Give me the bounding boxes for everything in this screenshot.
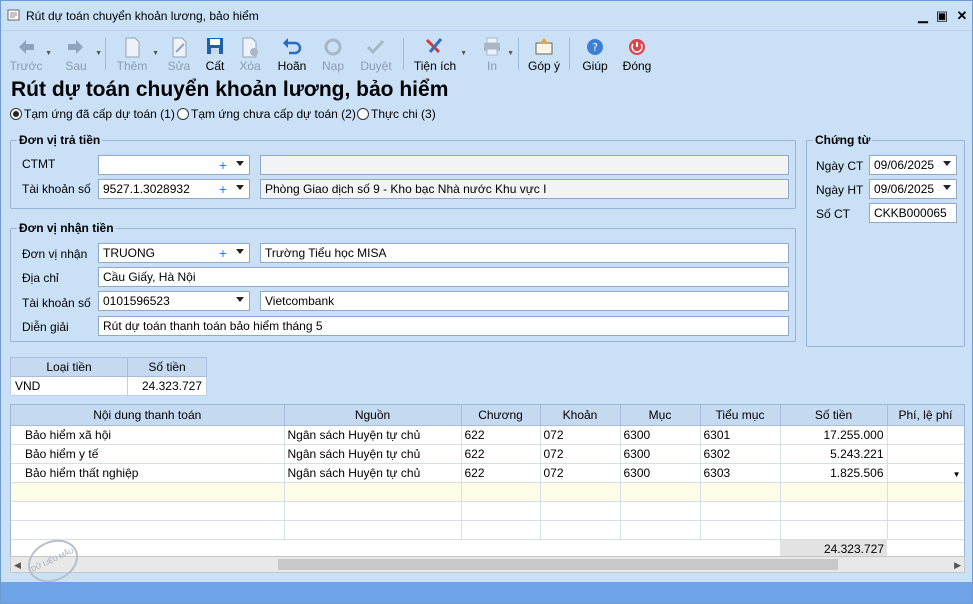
maximize-button[interactable]: ▣ <box>931 7 953 25</box>
delete-document-icon <box>242 37 258 58</box>
table-row[interactable]: VND 24.323.727 <box>9 376 207 396</box>
description-label: Diễn giải <box>22 320 69 334</box>
arrow-left-icon <box>19 40 34 54</box>
plus-icon[interactable]: + <box>219 157 227 173</box>
payer-account-description: Phòng Giao dịch số 9 - Kho bạc Nhà nước … <box>260 179 789 199</box>
help-icon: ? <box>587 39 603 55</box>
payee-account-combo[interactable]: 0101596523 <box>98 291 250 311</box>
col-item[interactable]: Mục <box>620 405 701 426</box>
payment-detail-grid: Nội dung thanh toán Nguồn Chương Khoản M… <box>10 404 965 573</box>
feedback-button[interactable]: Góp ý <box>526 32 562 74</box>
currency-type-header: Loại tiền <box>9 357 129 377</box>
delete-button[interactable]: Xóa <box>235 32 265 74</box>
plus-icon[interactable]: + <box>219 245 227 261</box>
ctmt-combo[interactable]: + <box>98 155 250 175</box>
col-amount[interactable]: Số tiền <box>780 405 888 426</box>
chevron-down-icon[interactable] <box>236 161 244 166</box>
radio-actual-spending[interactable]: Thực chi (3) <box>357 107 436 121</box>
table-row[interactable]: Bảo hiểm thất nghiệp Ngân sách Huyện tự … <box>11 463 964 483</box>
floppy-disk-icon <box>207 38 223 54</box>
col-fee[interactable]: Phí, lệ phí <box>887 405 964 426</box>
next-button[interactable]: Sau ▼ <box>59 32 102 74</box>
col-source[interactable]: Nguồn <box>284 405 462 426</box>
chevron-down-icon[interactable] <box>943 185 951 190</box>
fee-dropdown[interactable]: ▼ <box>887 463 964 483</box>
posting-date-label: Ngày HT <box>816 183 864 197</box>
help-button[interactable]: ? Giúp <box>579 32 611 74</box>
address-label: Địa chỉ <box>22 271 59 285</box>
edit-icon <box>172 37 187 58</box>
description-field[interactable]: Rút dự toán thanh toán bảo hiểm tháng 5 <box>98 316 789 336</box>
status-bar <box>1 582 972 603</box>
payee-account-label: Tài khoản số <box>22 296 91 310</box>
new-document-icon <box>125 37 140 58</box>
feedback-box-icon <box>535 38 553 55</box>
table-row[interactable]: Bảo hiểm xã hội Ngân sách Huyện tự chủ 6… <box>11 425 964 445</box>
voucher-number-label: Số CT <box>816 207 851 221</box>
radio-advance-allocated[interactable]: Tạm ứng đã cấp dự toán (1) <box>10 107 175 121</box>
voucher-date-picker[interactable]: 09/06/2025 <box>869 155 957 175</box>
horizontal-scrollbar[interactable]: ◀ ▶ <box>10 556 965 573</box>
close-button[interactable]: Đóng <box>619 32 655 74</box>
printer-icon <box>484 37 500 56</box>
scroll-right-icon[interactable]: ▶ <box>954 560 961 571</box>
voucher-number-field[interactable]: CKKB000065 <box>869 203 957 223</box>
col-content[interactable]: Nội dung thanh toán <box>11 405 285 426</box>
payer-account-combo[interactable]: 9527.1.3028932 + <box>98 179 250 199</box>
undo-icon <box>283 38 302 55</box>
toolbar: Trước ▼ Sau ▼ Thêm ▼ Sửa Cất Xóa Hoãn Nạ… <box>1 32 972 76</box>
ctmt-description <box>260 155 789 175</box>
radio-advance-unallocated[interactable]: Tạm ứng chưa cấp dự toán (2) <box>177 107 356 121</box>
posting-date-picker[interactable]: 09/06/2025 <box>869 179 957 199</box>
title-bar: Rút dự toán chuyển khoản lương, bảo hiểm… <box>1 1 972 31</box>
address-field[interactable]: Cầu Giấy, Hà Nội <box>98 267 789 287</box>
approve-button[interactable]: Duyệt <box>357 32 395 74</box>
load-button[interactable]: Nạp <box>317 32 349 74</box>
scroll-left-icon[interactable]: ◀ <box>14 560 21 571</box>
edit-button[interactable]: Sửa <box>164 32 194 74</box>
undo-button[interactable]: Hoãn <box>275 32 309 74</box>
ctmt-label: CTMT <box>22 157 56 171</box>
new-row[interactable] <box>11 482 964 502</box>
bank-field[interactable]: Vietcombank <box>260 291 789 311</box>
payee-unit-combo[interactable]: TRUONG + <box>98 243 250 263</box>
utilities-button[interactable]: Tiện ích ▼ <box>412 32 467 74</box>
payee-unit-label: Đơn vị nhận <box>22 247 88 261</box>
col-chapter[interactable]: Chương <box>461 405 541 426</box>
payee-unit-name[interactable]: Trường Tiểu học MISA <box>260 243 789 263</box>
page-title: Rút dự toán chuyển khoản lương, bảo hiểm <box>11 78 449 101</box>
save-button[interactable]: Cất <box>200 32 230 74</box>
print-button[interactable]: In ▼ <box>479 32 514 74</box>
add-button[interactable]: Thêm ▼ <box>114 32 159 74</box>
tools-icon <box>425 38 443 54</box>
payer-account-label: Tài khoản số <box>22 182 91 196</box>
voucher-date-label: Ngày CT <box>816 159 864 173</box>
table-row[interactable] <box>11 501 964 521</box>
scrollbar-thumb[interactable] <box>278 559 838 570</box>
window-title: Rút dự toán chuyển khoản lương, bảo hiểm <box>26 9 259 23</box>
currency-table: Loại tiền Số tiền VND 24.323.727 <box>9 357 207 396</box>
main-window: Rút dự toán chuyển khoản lương, bảo hiểm… <box>0 0 973 604</box>
checkmark-icon <box>366 39 385 55</box>
plus-icon[interactable]: + <box>219 181 227 197</box>
table-row[interactable]: Bảo hiểm y tế Ngân sách Huyện tự chủ 622… <box>11 444 964 464</box>
refresh-icon <box>324 38 342 56</box>
table-row[interactable] <box>11 520 964 540</box>
col-subitem[interactable]: Tiểu mục <box>700 405 781 426</box>
chevron-down-icon[interactable] <box>236 185 244 190</box>
chevron-down-icon[interactable] <box>236 249 244 254</box>
svg-text:?: ? <box>592 41 598 54</box>
prev-button[interactable]: Trước ▼ <box>9 32 52 74</box>
chevron-down-icon[interactable] <box>943 161 951 166</box>
chevron-down-icon[interactable]: ▼ <box>953 470 961 479</box>
power-icon <box>629 39 645 55</box>
currency-amount-header: Số tiền <box>127 357 207 377</box>
close-window-button[interactable]: ✕ <box>951 7 973 25</box>
arrow-right-icon <box>68 40 83 54</box>
app-icon <box>7 9 20 21</box>
col-section[interactable]: Khoản <box>540 405 621 426</box>
chevron-down-icon[interactable] <box>236 297 244 302</box>
